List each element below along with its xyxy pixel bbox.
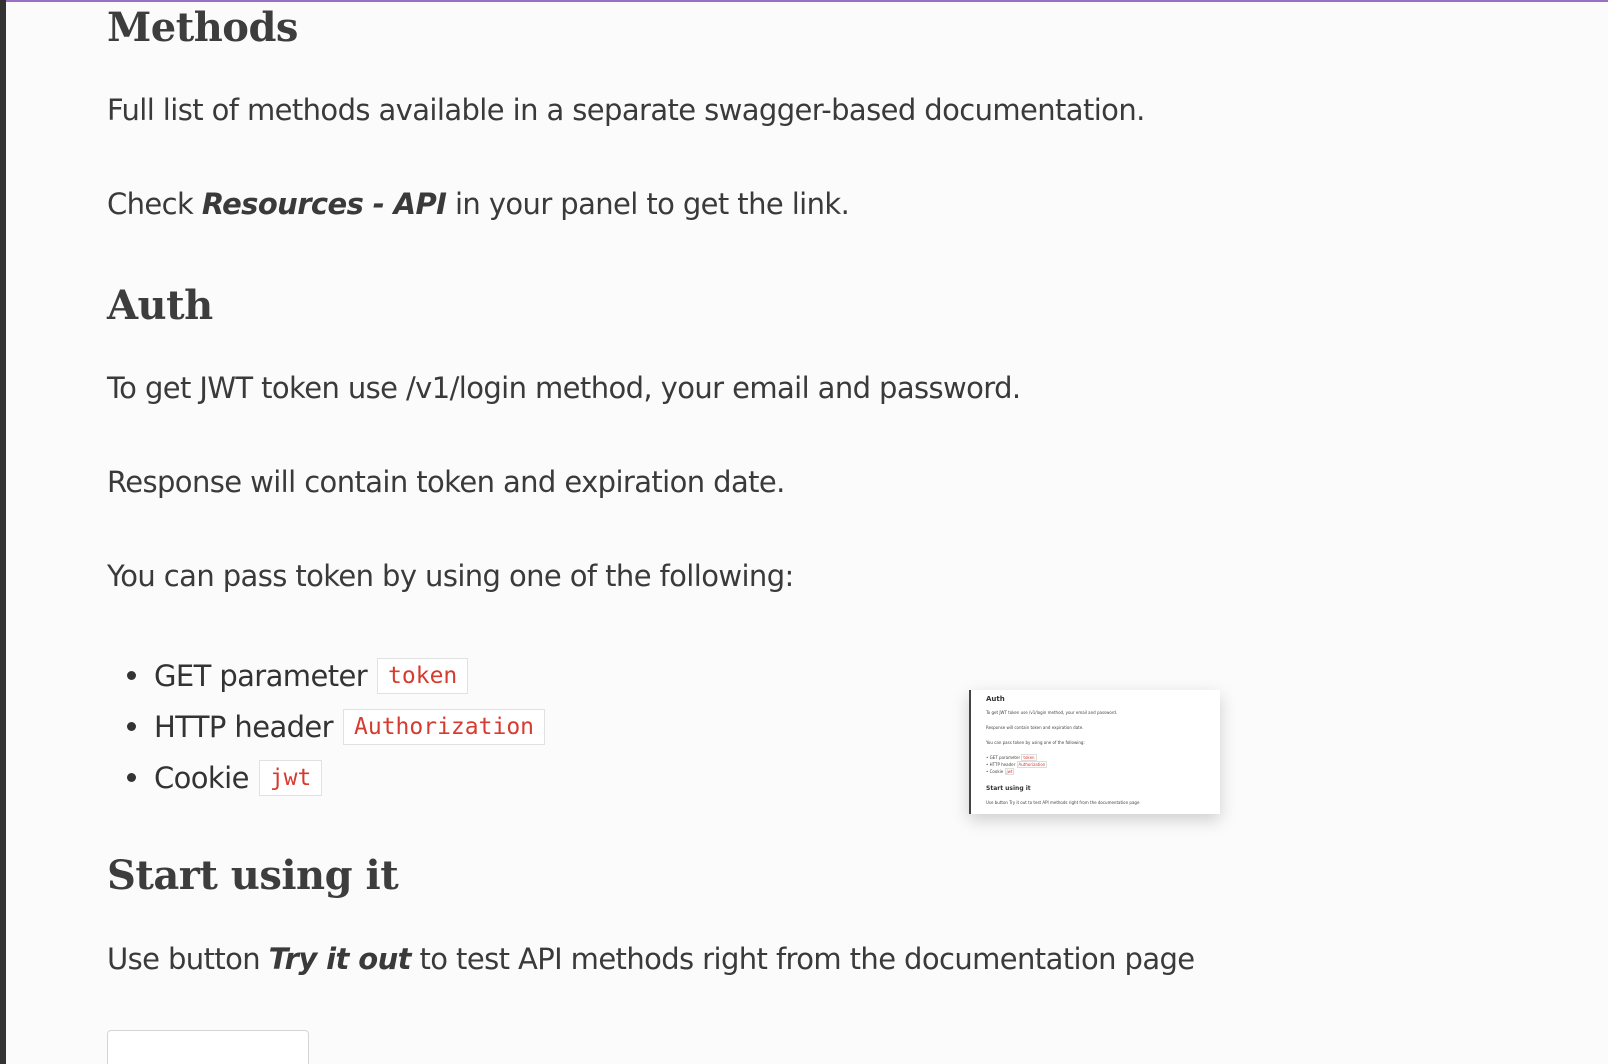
- option-label: GET parameter: [154, 658, 368, 693]
- thumbnail-option-code: token: [1021, 754, 1037, 761]
- methods-link-hint-suffix: in your panel to get the link.: [446, 187, 850, 221]
- start-using-text: Use button Try it out to test API method…: [107, 942, 1195, 976]
- left-border-bar: [0, 0, 6, 1064]
- option-label: Cookie: [154, 760, 249, 795]
- auth-jwt-text: To get JWT token use /v1/login method, y…: [107, 371, 1021, 405]
- methods-description: Full list of methods available in a sepa…: [107, 93, 1145, 127]
- bullet-icon: [127, 773, 136, 782]
- thumbnail-line: You can pass token by using one of the f…: [986, 740, 1085, 745]
- code-authorization: Authorization: [343, 708, 546, 745]
- thumbnail-option-label: Cookie: [989, 769, 1004, 774]
- methods-link-hint: Check Resources - API in your panel to g…: [107, 187, 850, 221]
- resources-api-emphasis: Resources - API: [201, 187, 447, 221]
- token-options-list: GET parameter token HTTP header Authoriz…: [127, 650, 546, 803]
- thumbnail-option-code: jwt: [1004, 768, 1015, 775]
- thumbnail-title: Auth: [986, 695, 1005, 703]
- auth-response-text: Response will contain token and expirati…: [107, 465, 785, 499]
- code-token: token: [377, 657, 469, 694]
- bullet-icon: [127, 722, 136, 731]
- list-item-get-parameter: GET parameter token: [127, 650, 545, 701]
- bullet-icon: [127, 671, 136, 680]
- start-using-suffix: to test API methods right from the docum…: [410, 942, 1196, 976]
- thumbnail-option: • HTTP header Authorization: [986, 761, 1048, 768]
- methods-heading: Methods: [107, 4, 298, 51]
- option-label: HTTP header: [154, 709, 334, 744]
- thumbnail-option: • GET parameter token: [986, 754, 1037, 761]
- list-item-cookie: Cookie jwt: [127, 752, 545, 803]
- code-jwt: jwt: [258, 759, 323, 796]
- page-preview-thumbnail[interactable]: Auth To get JWT token use /v1/login meth…: [969, 690, 1220, 814]
- thumbnail-option-code: Authorization: [1016, 761, 1048, 768]
- try-it-out-button-partial[interactable]: [107, 1030, 309, 1064]
- start-using-prefix: Use button: [107, 942, 269, 976]
- auth-heading: Auth: [107, 282, 213, 329]
- try-it-out-emphasis: Try it out: [268, 942, 412, 976]
- methods-link-hint-prefix: Check: [107, 187, 202, 221]
- thumbnail-option: • Cookie jwt: [986, 768, 1015, 775]
- thumbnail-option-label: GET parameter: [989, 755, 1021, 760]
- auth-pass-token-text: You can pass token by using one of the f…: [107, 559, 794, 593]
- thumbnail-footer: Use button Try it out to test API method…: [986, 800, 1140, 805]
- thumbnail-line: To get JWT token use /v1/login method, y…: [986, 710, 1118, 715]
- top-accent-line: [0, 0, 1608, 2]
- thumbnail-option-label: HTTP header: [989, 762, 1016, 767]
- list-item-http-header: HTTP header Authorization: [127, 701, 546, 752]
- thumbnail-line: Response will contain token and expirati…: [986, 725, 1084, 730]
- start-using-heading: Start using it: [107, 852, 399, 899]
- thumbnail-heading: Start using it: [986, 785, 1031, 792]
